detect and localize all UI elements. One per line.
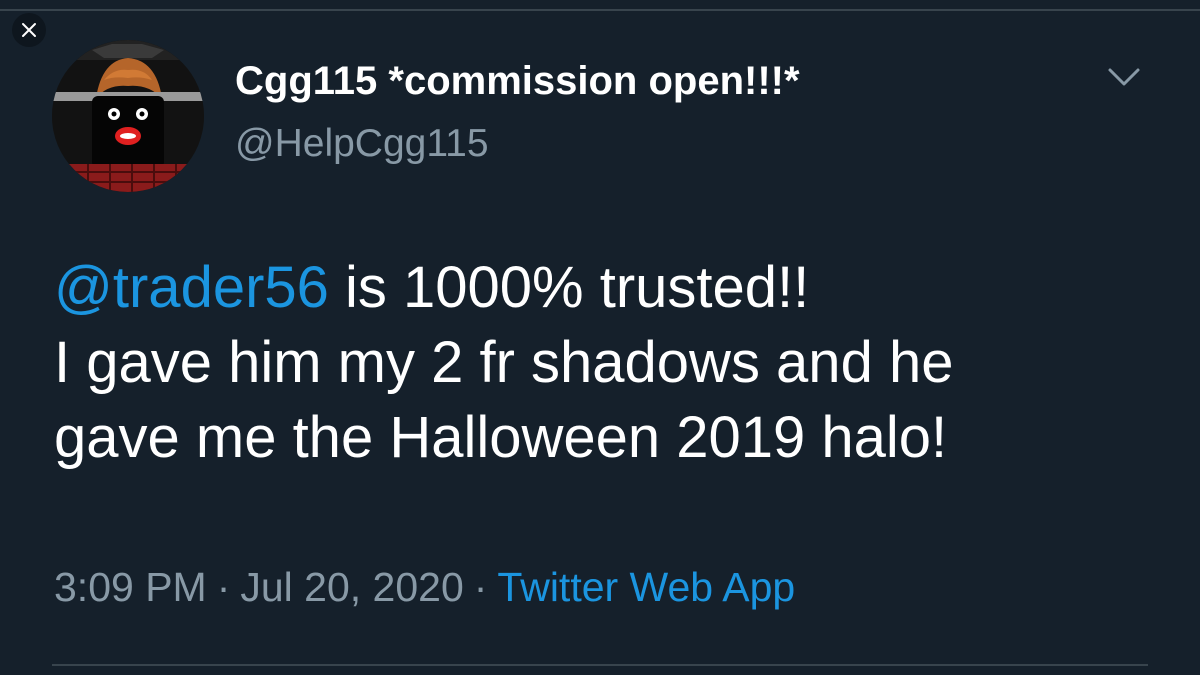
user-handle[interactable]: @HelpCgg115 — [235, 120, 489, 168]
top-divider — [0, 9, 1200, 11]
bottom-divider — [52, 664, 1148, 666]
separator-dot: · — [473, 564, 488, 610]
tweet-text-segment: is 1000% trusted!! — [328, 255, 810, 320]
tweet-date[interactable]: Jul 20, 2020 — [240, 564, 463, 610]
tweet-source-link[interactable]: Twitter Web App — [497, 564, 795, 610]
close-icon — [22, 23, 36, 37]
separator-dot: · — [216, 564, 231, 610]
display-name[interactable]: Cgg115 *commission open!!!* — [235, 57, 800, 105]
mention-link[interactable]: @trader56 — [54, 255, 329, 320]
tweet-metadata: 3:09 PM · Jul 20, 2020 · Twitter Web App — [54, 562, 795, 612]
tweet-text: @trader56 is 1000% trusted!! I gave him … — [54, 250, 1174, 475]
chevron-down-icon — [1108, 68, 1140, 86]
tweet-line-2: I gave him my 2 fr shadows and he — [54, 330, 954, 395]
avatar-image — [52, 40, 204, 192]
avatar[interactable] — [52, 40, 204, 192]
tweet-time[interactable]: 3:09 PM — [54, 564, 207, 610]
tweet-line-3: gave me the Halloween 2019 halo! — [54, 405, 948, 470]
close-button[interactable] — [12, 13, 46, 47]
tweet-line-1: @trader56 is 1000% trusted!! — [54, 250, 1174, 325]
more-options-button[interactable] — [1104, 60, 1144, 92]
